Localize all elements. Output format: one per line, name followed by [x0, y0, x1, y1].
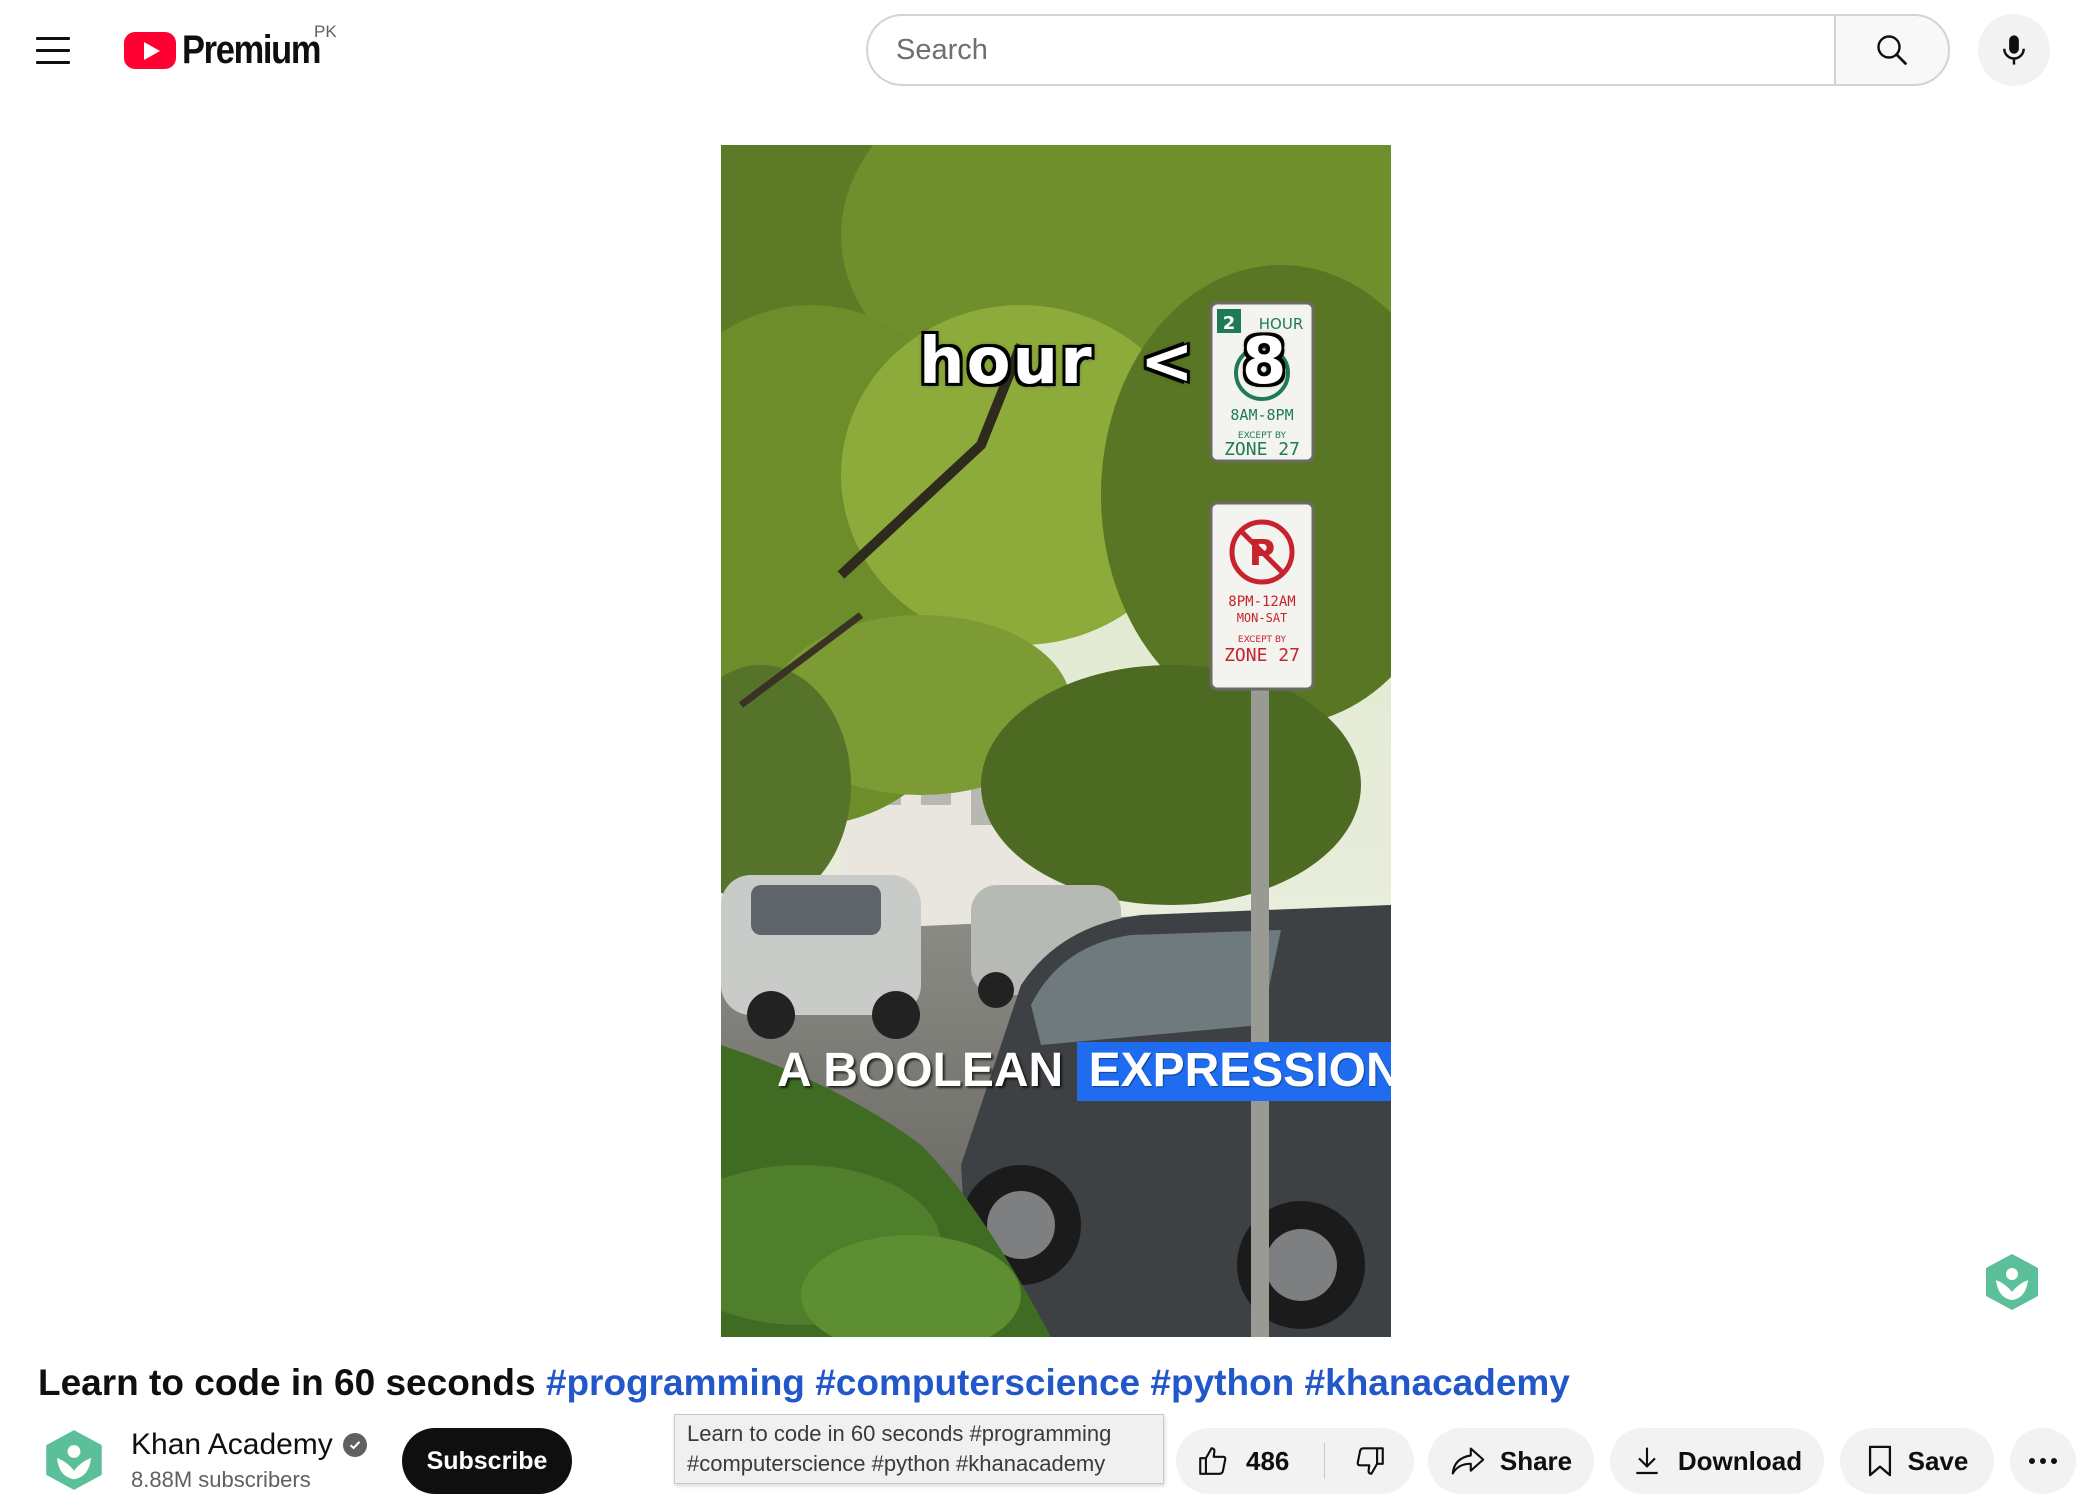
- thumbs-up-icon: [1199, 1447, 1227, 1475]
- youtube-play-icon: [124, 31, 176, 69]
- title-tooltip: Learn to code in 60 seconds #programming…: [674, 1414, 1164, 1484]
- like-dislike-group: 486: [1176, 1428, 1414, 1494]
- youtube-premium-logo[interactable]: Premium: [124, 28, 343, 72]
- caption-highlight: EXPRESSION.: [1076, 1042, 1391, 1101]
- verified-check-icon: [342, 1433, 367, 1457]
- search-box: [866, 14, 1950, 86]
- logo-text: Premium: [182, 27, 321, 72]
- channel-name-text: Khan Academy: [131, 1428, 333, 1461]
- video-caption-top: hour < 8: [919, 325, 1289, 399]
- video-caption-bottom: A BOOLEAN EXPRESSION.: [777, 1042, 1391, 1101]
- thumbs-down-icon: [1356, 1447, 1384, 1475]
- save-label: Save: [1907, 1445, 1969, 1476]
- video-frame: 2 HOUR P 8AM-8PM EXCEPT BY ZONE 27 P 8PM…: [721, 145, 1391, 1337]
- search-input[interactable]: [866, 14, 1834, 86]
- search-icon: [1877, 35, 1907, 65]
- video-player[interactable]: 2 HOUR P 8AM-8PM EXCEPT BY ZONE 27 P 8PM…: [721, 145, 1391, 1337]
- sign-upper-zone: ZONE 27: [1224, 439, 1300, 460]
- caption-plain: A BOOLEAN: [777, 1044, 1064, 1097]
- sign-upper-hours: 8AM-8PM: [1230, 406, 1293, 424]
- download-icon: [1636, 1447, 1658, 1475]
- video-title: Learn to code in 60 seconds #programming…: [38, 1362, 1570, 1404]
- more-horizontal-icon: [2029, 1458, 2057, 1464]
- share-label: Share: [1499, 1445, 1573, 1476]
- voice-search-button[interactable]: [1978, 14, 2050, 86]
- dislike-button[interactable]: [1325, 1428, 1414, 1494]
- sign-lower-exception: EXCEPT BY: [1238, 635, 1287, 645]
- country-code: PK: [314, 22, 337, 41]
- like-button[interactable]: 486: [1176, 1428, 1324, 1494]
- like-count: 486: [1246, 1445, 1290, 1476]
- search-button[interactable]: [1834, 14, 1950, 86]
- masthead: Premium PK: [0, 0, 2098, 100]
- tooltip-line-2: #computerscience #python #khanacademy: [687, 1451, 1106, 1476]
- more-actions-button[interactable]: [2010, 1428, 2076, 1494]
- hamburger-menu-icon[interactable]: [36, 30, 76, 70]
- channel-avatar[interactable]: [44, 1428, 104, 1492]
- channel-name[interactable]: Khan Academy: [131, 1428, 367, 1462]
- download-button[interactable]: Download: [1610, 1428, 1824, 1494]
- share-arrow-icon: [1451, 1447, 1485, 1475]
- video-title-text: Learn to code in 60 seconds: [38, 1362, 536, 1403]
- microphone-icon: [2003, 35, 2025, 65]
- share-button[interactable]: Share: [1428, 1428, 1594, 1494]
- sign-lower-zone: ZONE 27: [1224, 645, 1300, 666]
- sign-lower-days: MON-SAT: [1237, 611, 1288, 625]
- subscribe-button[interactable]: Subscribe: [402, 1428, 572, 1494]
- sign-lower-hours: 8PM-12AM: [1228, 594, 1295, 610]
- bookmark-icon: [1868, 1445, 1891, 1477]
- subscriber-count: 8.88M subscribers: [131, 1467, 311, 1492]
- channel-watermark-icon[interactable]: [1984, 1252, 2040, 1312]
- download-label: Download: [1677, 1445, 1803, 1476]
- tooltip-line-1: Learn to code in 60 seconds #programming: [687, 1421, 1112, 1446]
- video-title-hashtags[interactable]: #programming #computerscience #python #k…: [546, 1362, 1570, 1403]
- save-button[interactable]: Save: [1840, 1428, 1994, 1494]
